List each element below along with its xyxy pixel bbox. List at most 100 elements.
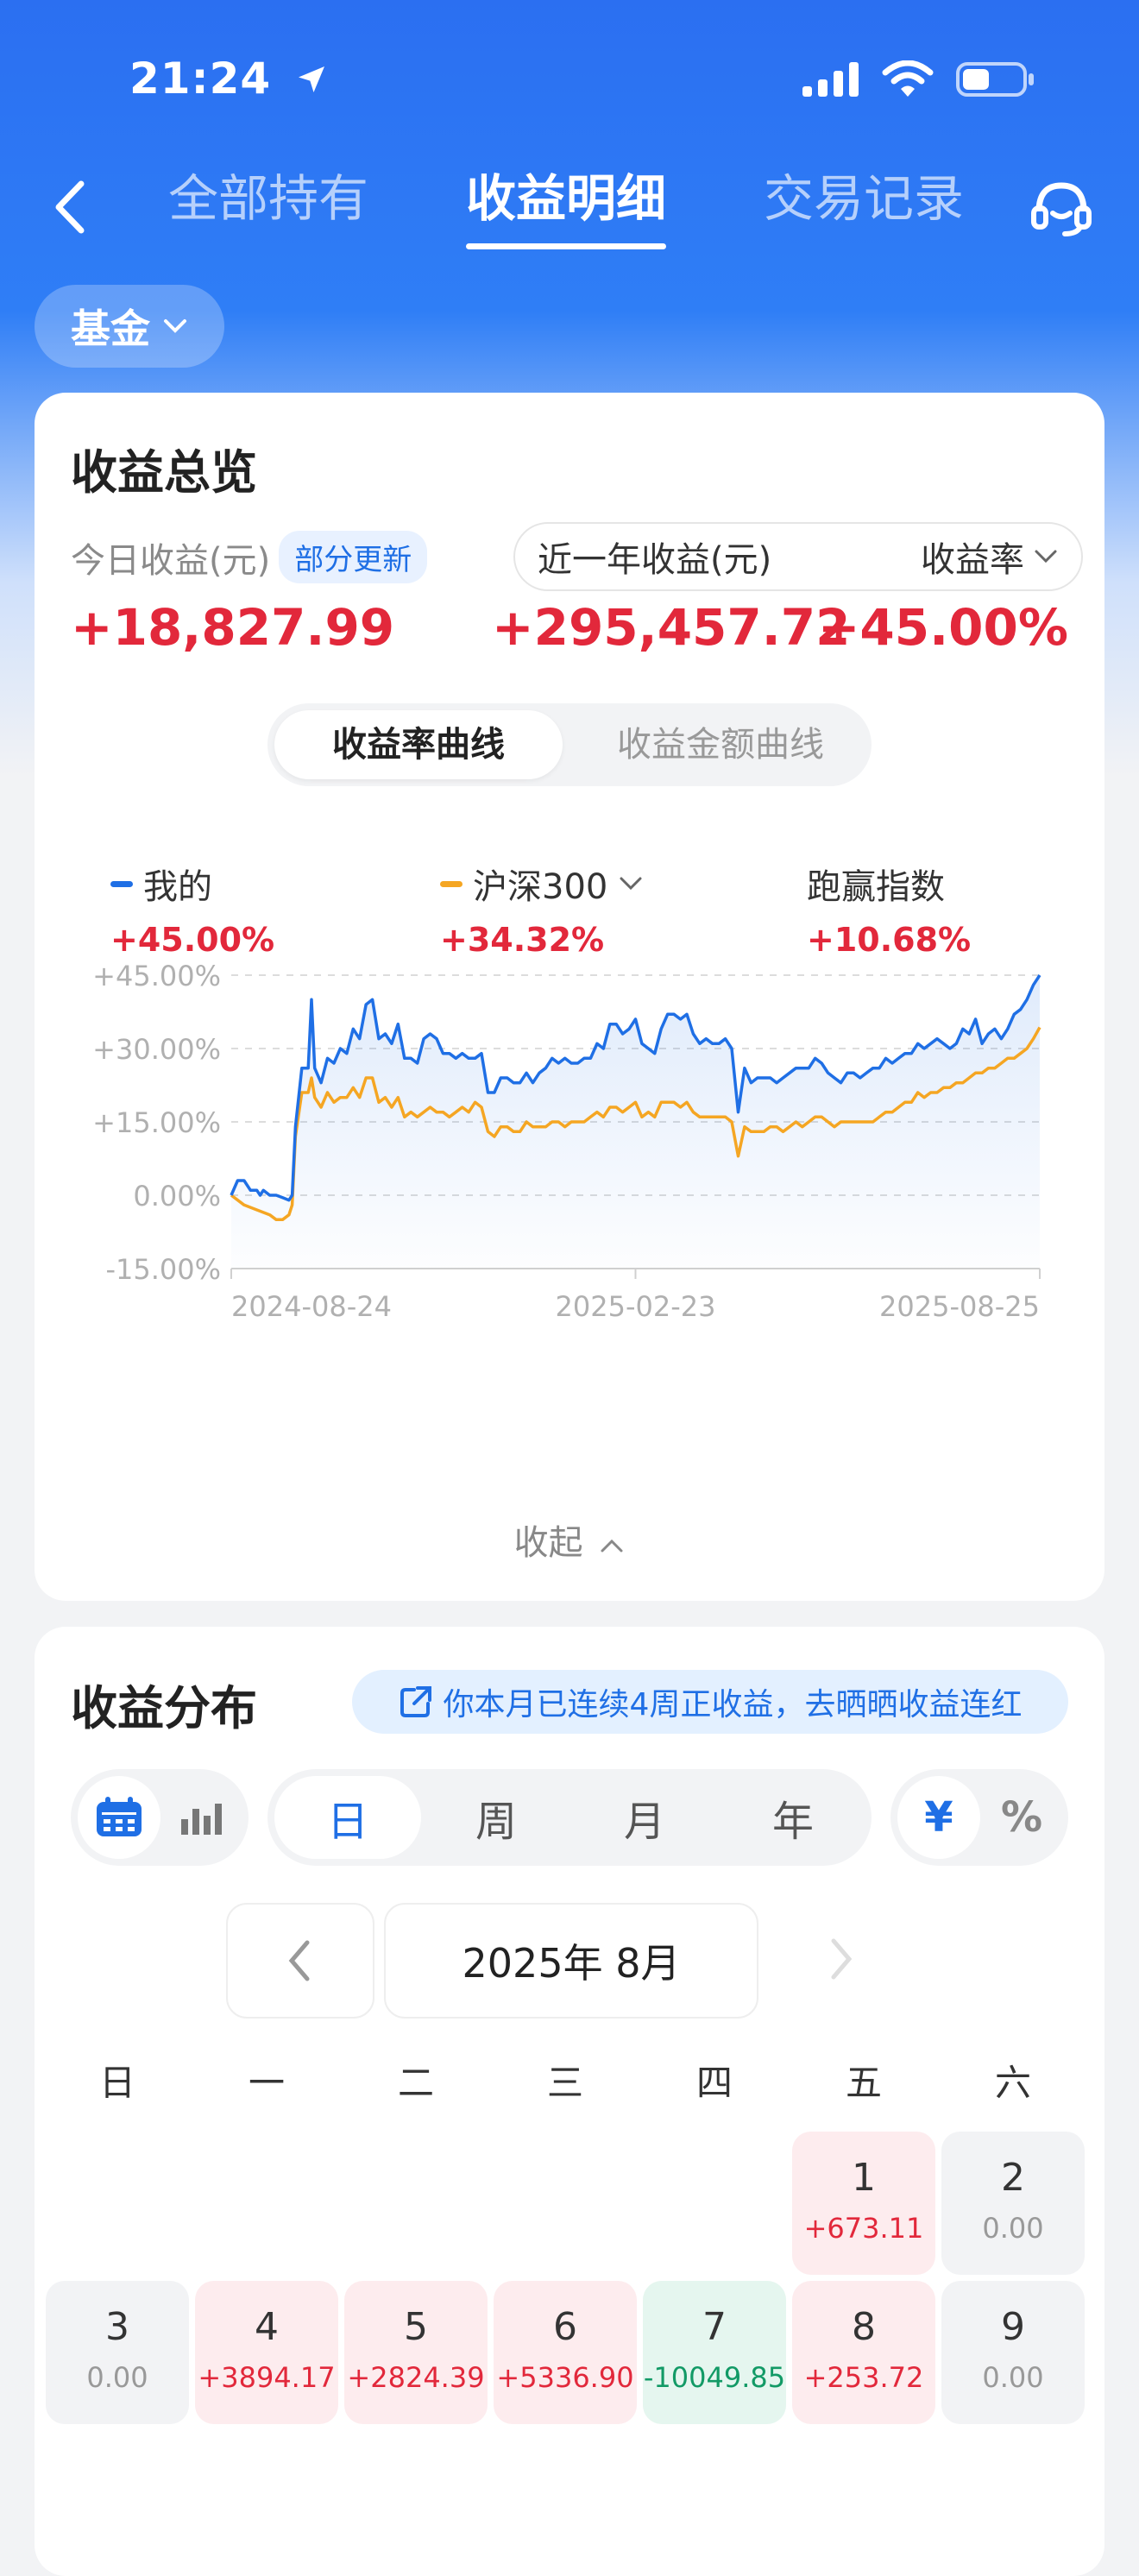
calendar-day-1[interactable]: 1 +673.11: [792, 2132, 935, 2275]
y-tick-label: +15.00%: [92, 1106, 221, 1139]
y-tick-label: +45.00%: [92, 962, 221, 992]
legend-index-value: +34.32%: [440, 921, 605, 959]
calendar-day-5[interactable]: 5 +2824.39: [344, 2281, 488, 2424]
earnings-overview-card: 收益总览 今日收益(元) 部分更新 +18,827.99 近一年收益(元) 收益…: [35, 393, 1104, 1601]
period-toggle: 日 周 月 年: [267, 1769, 872, 1866]
day-earnings: -10049.85: [643, 2361, 786, 2394]
percent-unit-button[interactable]: %: [980, 1776, 1063, 1859]
calendar-day-6[interactable]: 6 +5336.90: [494, 2281, 637, 2424]
top-navigation: 全部持有 收益明细 交易记录: [0, 160, 1139, 272]
day-earnings: 0.00: [86, 2361, 148, 2394]
rate-curve-tab[interactable]: 收益率曲线: [274, 710, 563, 779]
next-month-button[interactable]: [768, 1903, 913, 2015]
overview-title: 收益总览: [71, 445, 257, 500]
weekday-sun: 日: [98, 2062, 135, 2104]
calendar-day-7[interactable]: 7 -10049.85: [643, 2281, 786, 2424]
curve-type-toggle: 收益率曲线 收益金额曲线: [267, 703, 872, 786]
day-number: 3: [105, 2305, 129, 2349]
chevron-down-icon: [1035, 550, 1057, 564]
collapse-button[interactable]: 收起: [35, 1515, 1104, 1565]
today-earnings-label-row: 今日收益(元) 部分更新: [71, 531, 428, 583]
fund-filter-dropdown[interactable]: 基金: [35, 285, 224, 368]
back-button[interactable]: [45, 177, 97, 237]
weekday-wed: 三: [546, 2062, 583, 2104]
weekday-thu: 四: [695, 2062, 733, 2104]
period-earnings-value: +295,457.72: [492, 598, 851, 657]
today-earnings-label: 今日收益(元): [71, 540, 271, 581]
previous-month-button[interactable]: [226, 1903, 374, 2019]
day-number: 5: [404, 2305, 428, 2349]
calendar-day-9[interactable]: 9 0.00: [941, 2281, 1085, 2424]
period-day-tab[interactable]: 日: [274, 1776, 421, 1859]
streak-share-banner[interactable]: 你本月已连续4周正收益，去晒晒收益连红: [352, 1670, 1068, 1734]
tab-earnings-detail[interactable]: 收益明细: [466, 160, 667, 255]
chevron-down-icon: [620, 877, 642, 891]
chevron-left-icon: [288, 1940, 310, 1981]
amount-curve-tab[interactable]: 收益金额曲线: [576, 710, 865, 779]
chevron-down-icon: [164, 319, 186, 333]
share-external-icon: [400, 1686, 431, 1717]
period-selector[interactable]: 近一年收益(元) 收益率: [513, 522, 1083, 591]
cellular-signal-icon: [802, 62, 859, 97]
chevron-up-icon: [601, 1539, 623, 1553]
calendar-view-button[interactable]: [78, 1776, 160, 1859]
tab-all-holdings[interactable]: 全部持有: [168, 160, 368, 255]
location-arrow-icon: [298, 66, 324, 92]
period-earnings-label: 近一年收益(元): [538, 540, 772, 580]
y-tick-label: -15.00%: [105, 1253, 221, 1286]
day-earnings: +2824.39: [347, 2361, 485, 2394]
status-bar: 21:24: [0, 0, 1139, 164]
customer-service-button[interactable]: [1027, 173, 1096, 242]
calendar-day-2[interactable]: 2 0.00: [941, 2132, 1085, 2275]
earnings-distribution-card: 收益分布 你本月已连续4周正收益，去晒晒收益连红 日 周 月 年 ¥ % 202…: [35, 1627, 1104, 2576]
day-earnings: 0.00: [982, 2361, 1044, 2394]
bar-chart-icon: [181, 1804, 222, 1835]
day-earnings: 0.00: [982, 2212, 1044, 2245]
day-number: 6: [553, 2305, 577, 2349]
day-number: 1: [852, 2156, 876, 2200]
day-number: 2: [1001, 2156, 1025, 2200]
partial-update-badge: 部分更新: [279, 531, 428, 583]
weekday-tue: 二: [397, 2062, 434, 2104]
weekday-sat: 六: [994, 2062, 1031, 2104]
legend-mine-swatch: [110, 880, 133, 887]
earnings-rate-chart: +45.00% +30.00% +15.00% 0.00% -15.00% 2024-08…: [92, 962, 1041, 1323]
headset-icon: [1031, 182, 1092, 236]
legend-outperform: 跑赢指数 +10.68%: [807, 867, 972, 959]
view-mode-toggle: [71, 1769, 249, 1866]
bar-view-button[interactable]: [160, 1776, 243, 1859]
calendar-day-3[interactable]: 3 0.00: [46, 2281, 189, 2424]
legend-index-swatch: [440, 880, 463, 887]
weekday-mon: 一: [248, 2062, 285, 2104]
legend-index[interactable]: 沪深300 +34.32%: [440, 859, 644, 959]
period-year-tab[interactable]: 年: [720, 1776, 866, 1859]
rate-selector[interactable]: 收益率: [921, 532, 1059, 582]
amount-unit-button[interactable]: ¥: [897, 1776, 980, 1859]
x-tick-label: 2025-02-23: [556, 1290, 716, 1323]
active-tab-indicator: [466, 243, 667, 249]
x-tick-label: 2025-08-25: [879, 1290, 1040, 1323]
current-month-label[interactable]: 2025年 8月: [384, 1903, 758, 2019]
chevron-left-icon: [55, 180, 85, 234]
y-tick-label: 0.00%: [133, 1180, 221, 1212]
day-number: 4: [255, 2305, 279, 2349]
day-number: 9: [1001, 2305, 1025, 2349]
calendar-day-8[interactable]: 8 +253.72: [792, 2281, 935, 2424]
battery-icon: [956, 62, 1034, 97]
day-earnings: +673.11: [803, 2212, 924, 2245]
legend-outperform-value: +10.68%: [807, 921, 972, 959]
legend-mine-value: +45.00%: [110, 921, 275, 959]
status-time: 21:24: [129, 54, 329, 104]
day-earnings: +3894.17: [198, 2361, 336, 2394]
calendar-day-4[interactable]: 4 +3894.17: [195, 2281, 338, 2424]
day-number: 7: [702, 2305, 727, 2349]
today-earnings-value: +18,827.99: [71, 598, 395, 657]
calendar-icon: [97, 1797, 142, 1836]
period-week-tab[interactable]: 周: [423, 1776, 570, 1859]
day-earnings: +5336.90: [496, 2361, 634, 2394]
tab-transactions[interactable]: 交易记录: [764, 160, 964, 255]
day-number: 8: [852, 2305, 876, 2349]
period-month-tab[interactable]: 月: [571, 1776, 718, 1859]
status-icons: [802, 60, 1035, 98]
x-tick-label: 2024-08-24: [231, 1290, 392, 1323]
